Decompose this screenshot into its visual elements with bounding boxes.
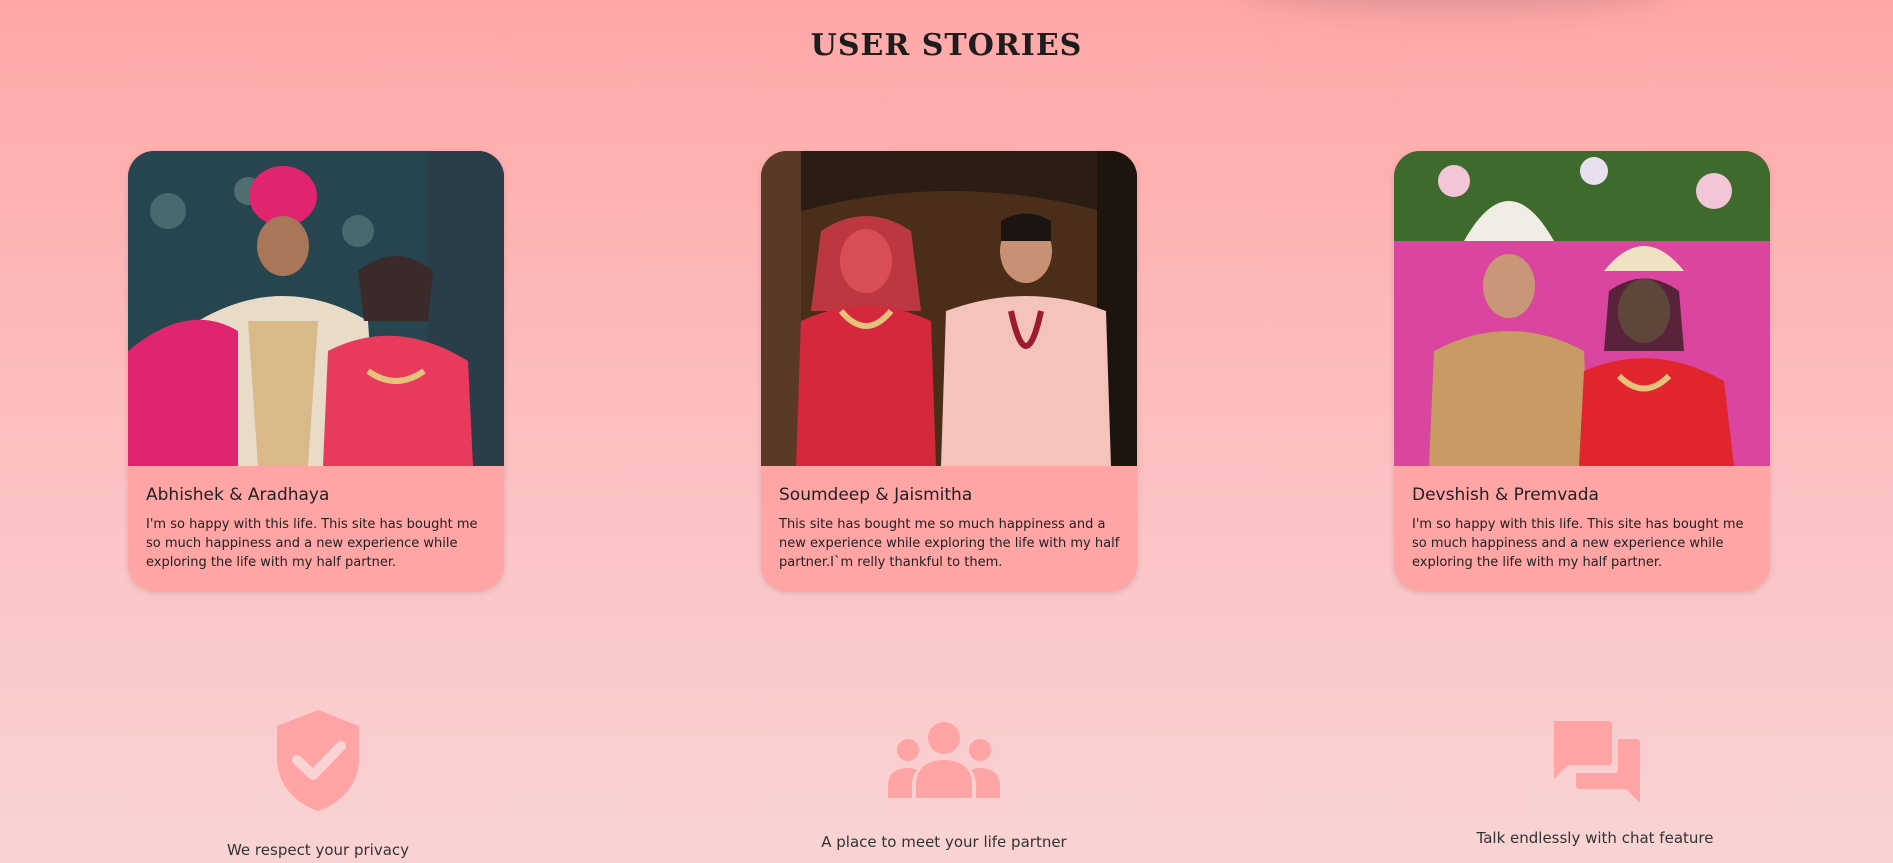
story-name: Soumdeep & Jaismitha [779,485,973,505]
feature-meet-partner: A place to meet your life partner [794,720,1094,851]
top-shadow [1240,0,1670,10]
story-name: Devshish & Premvada [1412,485,1599,505]
story-card[interactable]: Devshish & Premvada I'm so happy with th… [1394,151,1770,591]
couple-photo [761,151,1137,466]
story-text: I'm so happy with this life. This site h… [146,517,478,570]
story-card[interactable]: Soumdeep & Jaismitha This site has bough… [761,151,1137,591]
section-title: USER STORIES [810,28,1083,63]
feature-label: A place to meet your life partner [821,833,1067,851]
feature-label: We respect your privacy [226,841,410,859]
feature-chat: Talk endlessly with chat feature [1445,721,1745,847]
shield-check-icon [277,710,359,811]
story-name: Abhishek & Aradhaya [146,485,330,505]
feature-privacy: We respect your privacy [168,708,468,859]
story-card[interactable]: Abhishek & Aradhaya I'm so happy with th… [128,151,504,591]
story-text: This site has bought me so much happines… [779,517,1120,570]
people-group-icon [888,722,1000,798]
couple-photo [1394,151,1770,466]
feature-label: Talk endlessly with chat feature [1476,829,1714,847]
story-text: I'm so happy with this life. This site h… [1412,517,1744,570]
chat-bubbles-icon [1554,721,1640,803]
couple-photo [128,151,504,466]
